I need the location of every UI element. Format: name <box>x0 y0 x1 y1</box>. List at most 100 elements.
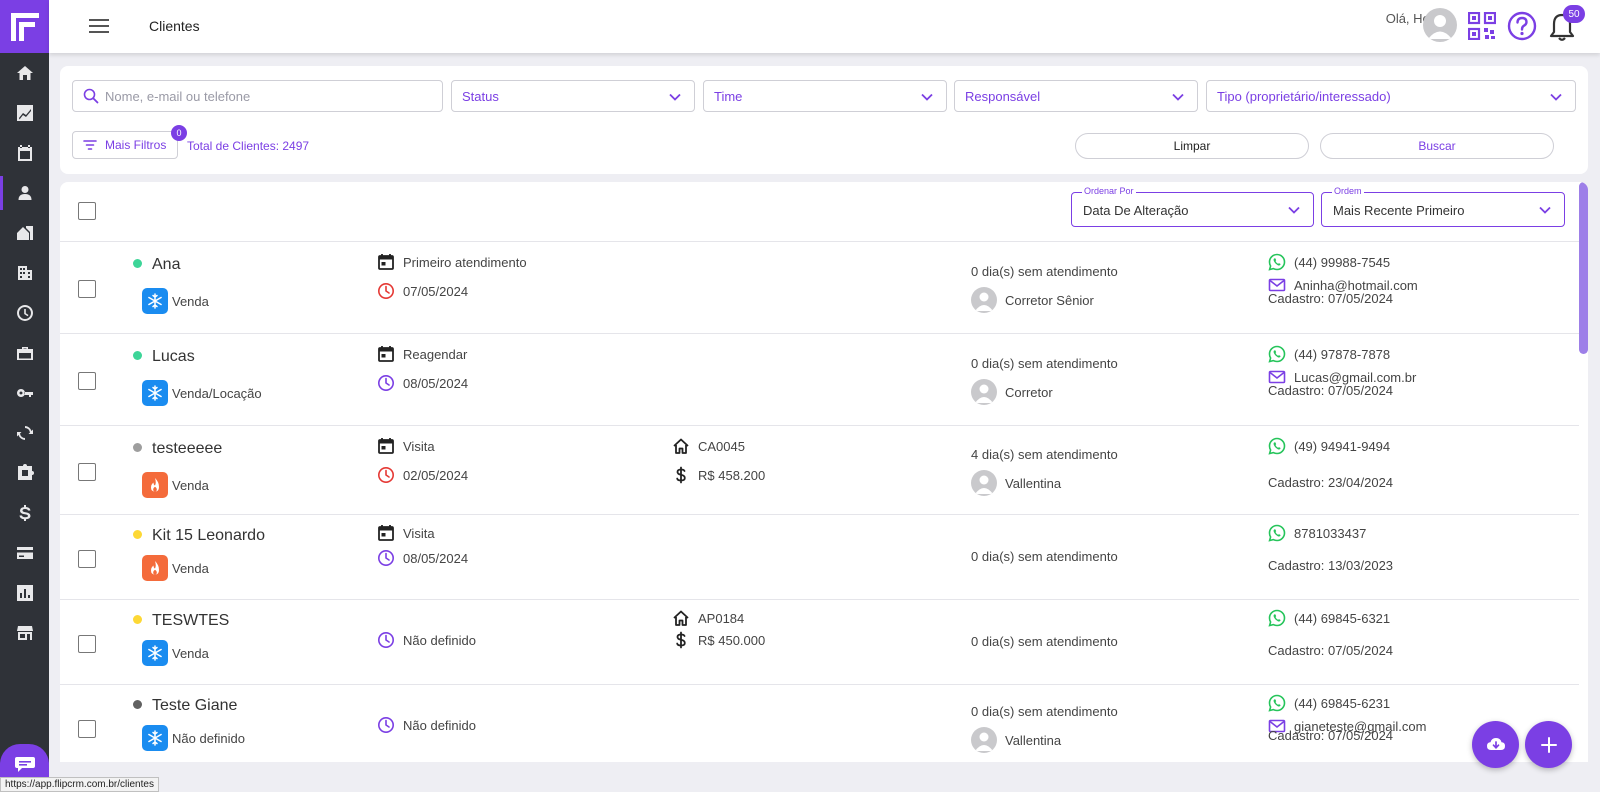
sidebar-item-building[interactable] <box>0 254 49 292</box>
next-event: Reagendar <box>377 345 467 363</box>
chevron-down-icon <box>1288 206 1300 214</box>
client-row[interactable]: Teste Giane Não definido Não definido 0 dia… <box>60 685 1579 762</box>
row-checkbox[interactable] <box>78 280 96 298</box>
sidebar-item-calendar[interactable] <box>0 134 49 172</box>
order-by-select[interactable]: Ordenar Por Data De Alteração <box>1071 186 1314 227</box>
chevron-down-icon <box>669 93 681 101</box>
row-checkbox[interactable] <box>78 635 96 653</box>
order-by-value: Data De Alteração <box>1083 203 1189 218</box>
event-date-label: Não definido <box>403 717 476 733</box>
row-checkbox[interactable] <box>78 463 96 481</box>
puzzle-icon <box>17 464 34 480</box>
sidebar-item-report[interactable] <box>0 574 49 612</box>
client-phone[interactable]: (44) 69845-6231 <box>1268 694 1390 712</box>
type-select[interactable]: Tipo (proprietário/interessado) <box>1206 80 1576 112</box>
calendar-icon <box>378 254 394 270</box>
client-phone[interactable]: (49) 94941-9494 <box>1268 437 1390 455</box>
event-date: 08/05/2024 <box>377 549 468 567</box>
client-phone[interactable]: (44) 97878-7878 <box>1268 345 1390 363</box>
status-select[interactable]: Status <box>451 80 695 112</box>
created-date: Cadastro: 07/05/2024 <box>1268 383 1393 398</box>
cold-lead-badge <box>142 380 168 406</box>
row-checkbox[interactable] <box>78 372 96 390</box>
event-label: Primeiro atendimento <box>403 254 527 270</box>
client-row[interactable]: TESWTES Venda Não definido AP0184 R$ 450.000… <box>60 600 1579 685</box>
status-dot <box>133 351 142 360</box>
sidebar-item-store[interactable] <box>0 614 49 652</box>
event-label: Visita <box>403 438 435 454</box>
client-type-label: Não definido <box>172 730 245 746</box>
created-date: Cadastro: 07/05/2024 <box>1268 728 1393 743</box>
sidebar-item-briefcase[interactable] <box>0 334 49 372</box>
sidebar-item-dollar[interactable] <box>0 494 49 532</box>
flip-logo[interactable] <box>0 0 49 53</box>
client-name[interactable]: Ana <box>152 256 180 274</box>
clear-button[interactable]: Limpar <box>1075 133 1309 159</box>
row-checkbox[interactable] <box>78 550 96 568</box>
created-date: Cadastro: 13/03/2023 <box>1268 558 1393 573</box>
sidebar-item-card[interactable] <box>0 534 49 572</box>
row-checkbox[interactable] <box>78 720 96 738</box>
search-input[interactable]: Nome, e-mail ou telefone <box>72 80 443 112</box>
chevron-down-icon <box>1550 93 1562 101</box>
event-date-label: 08/05/2024 <box>403 375 469 391</box>
event-date: Não definido <box>377 631 476 649</box>
client-row[interactable]: Lucas Venda/Locação Reagendar 08/05/2024 0 d… <box>60 334 1579 426</box>
sidebar-item-person[interactable] <box>0 174 49 212</box>
filter-panel: Nome, e-mail ou telefone Status Time Res… <box>60 66 1588 174</box>
notifications-badge: 50 <box>1563 5 1585 23</box>
person-icon <box>18 186 31 200</box>
phone-label: (44) 69845-6321 <box>1294 610 1391 626</box>
more-filters-button[interactable]: Mais Filtros <box>72 131 178 159</box>
property-price: R$ 450.000 <box>672 631 765 649</box>
client-name[interactable]: TESWTES <box>152 612 229 630</box>
client-row[interactable]: Kit 15 Leonardo Venda Visita 08/05/2024 0 di… <box>60 515 1579 600</box>
sidebar-item-chart[interactable] <box>0 94 49 132</box>
property-code[interactable]: AP0184 <box>672 609 744 627</box>
more-filters-label: Mais Filtros <box>105 138 167 152</box>
add-client-button[interactable] <box>1525 721 1572 768</box>
select-all-checkbox[interactable] <box>78 202 96 220</box>
sidebar-item-puzzle[interactable] <box>0 454 49 492</box>
phone-label: (49) 94941-9494 <box>1294 438 1391 454</box>
client-phone[interactable]: 8781033437 <box>1268 524 1366 542</box>
agent-avatar-icon <box>975 384 993 403</box>
search-button[interactable]: Buscar <box>1320 133 1554 159</box>
client-name[interactable]: testeeeee <box>152 440 222 458</box>
report-icon <box>16 585 33 601</box>
client-phone[interactable]: (44) 99988-7545 <box>1268 253 1390 271</box>
help-icon[interactable] <box>1507 11 1537 41</box>
property-code[interactable]: CA0045 <box>672 437 745 455</box>
phone-label: 8781033437 <box>1294 525 1367 541</box>
sidebar-item-clock[interactable] <box>0 294 49 332</box>
client-name[interactable]: Kit 15 Leonardo <box>152 527 265 545</box>
sidebar-item-house[interactable] <box>0 214 49 252</box>
hamburger-menu-button[interactable] <box>89 16 109 36</box>
agent-avatar <box>971 727 997 753</box>
chevron-down-icon <box>1172 93 1184 101</box>
scrollbar-thumb[interactable] <box>1579 182 1588 354</box>
status-dot <box>133 259 142 268</box>
event-date: 02/05/2024 <box>377 466 468 484</box>
order-select[interactable]: Ordem Mais Recente Primeiro <box>1321 186 1565 227</box>
chevron-down-icon <box>921 93 933 101</box>
client-phone[interactable]: (44) 69845-6321 <box>1268 609 1390 627</box>
import-cloud-button[interactable] <box>1472 721 1519 768</box>
event-date-label: 02/05/2024 <box>403 467 469 483</box>
client-row[interactable]: Ana Venda Primeiro atendimento 07/05/2024 0 … <box>60 242 1579 334</box>
team-select[interactable]: Time <box>703 80 947 112</box>
sidebar-item-home[interactable] <box>0 54 49 92</box>
property-price: R$ 458.200 <box>672 466 765 484</box>
sidebar-item-key[interactable] <box>0 374 49 412</box>
sidebar-item-sync[interactable] <box>0 414 49 452</box>
client-name[interactable]: Teste Giane <box>152 697 237 715</box>
user-avatar[interactable] <box>1423 8 1457 42</box>
property-code-label: AP0184 <box>698 610 745 626</box>
snowflake-icon <box>148 645 162 661</box>
created-date: Cadastro: 23/04/2024 <box>1268 475 1393 490</box>
event-date-label: 07/05/2024 <box>403 283 469 299</box>
client-row[interactable]: testeeeee Venda Visita 02/05/2024 CA0045 R$ 4… <box>60 426 1579 515</box>
qr-code-icon[interactable] <box>1468 12 1496 40</box>
responsible-select[interactable]: Responsável <box>954 80 1198 112</box>
client-name[interactable]: Lucas <box>152 348 195 366</box>
